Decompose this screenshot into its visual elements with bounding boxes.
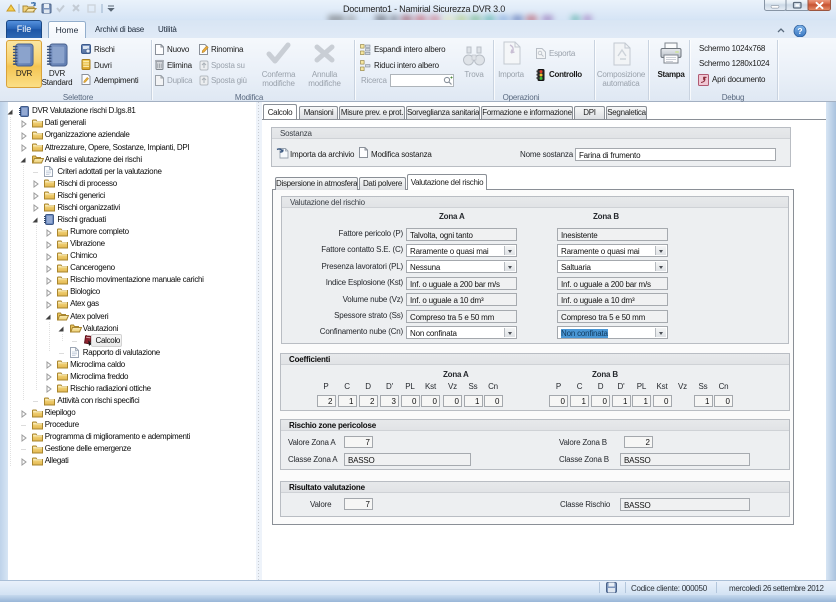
svg-text:?: ? bbox=[797, 26, 802, 36]
